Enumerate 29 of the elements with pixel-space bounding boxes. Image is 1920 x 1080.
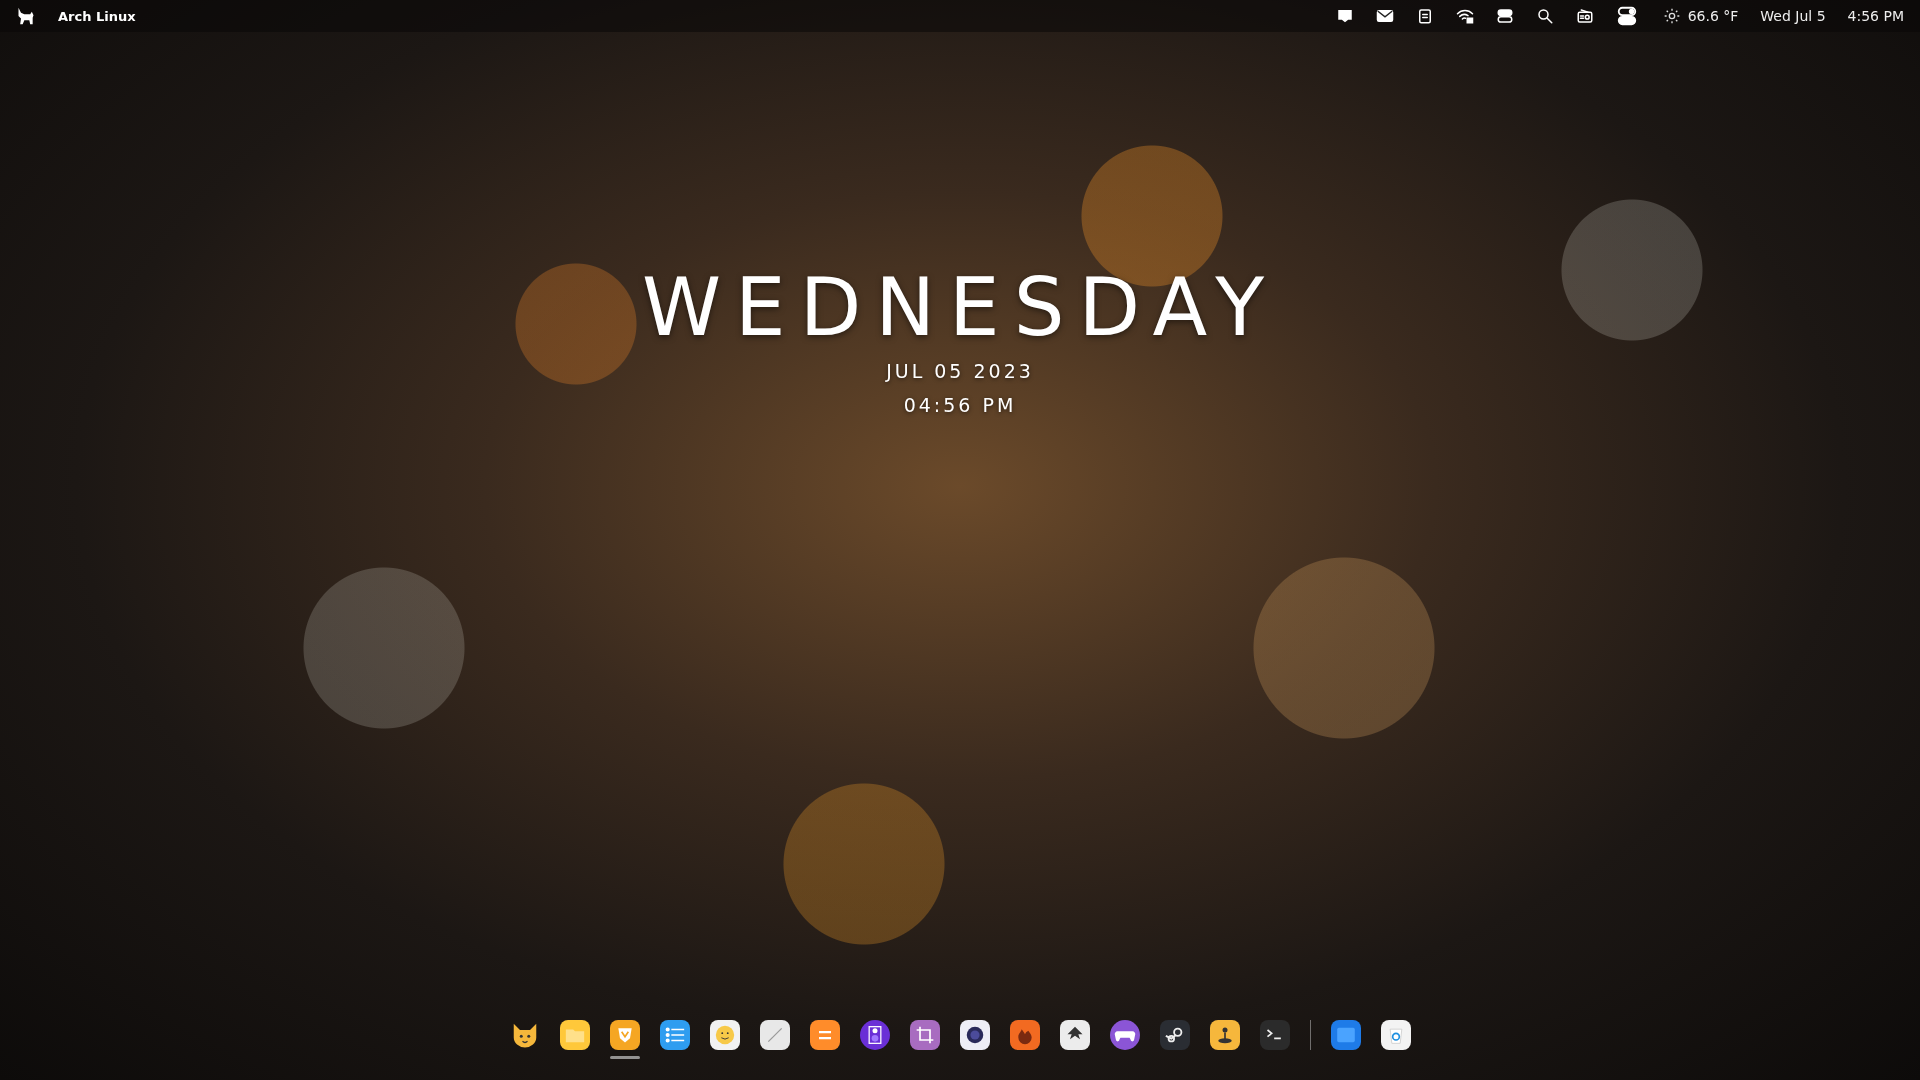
toggle-icon[interactable] — [1615, 5, 1638, 27]
temperature-label[interactable]: 66.6 °F — [1687, 8, 1739, 24]
recycle-bin-icon[interactable] — [1380, 1020, 1411, 1050]
search-icon[interactable] — [1535, 7, 1554, 25]
toggle-icon[interactable] — [1495, 7, 1514, 25]
crop-icon[interactable] — [909, 1020, 940, 1050]
camera-lens-icon[interactable] — [959, 1020, 990, 1050]
date-label[interactable]: Wed Jul 5 — [1760, 8, 1826, 24]
window-icon[interactable] — [1330, 1020, 1361, 1050]
list-icon[interactable] — [659, 1020, 690, 1050]
pencil-note-icon[interactable] — [759, 1020, 790, 1050]
time-label[interactable]: 4:56 PM — [1847, 8, 1904, 24]
flame-icon[interactable] — [1009, 1020, 1040, 1050]
terminal-icon[interactable] — [1259, 1020, 1290, 1050]
weekday-title: WEDNESDAY — [642, 268, 1278, 348]
distro-label[interactable]: Arch Linux — [58, 8, 136, 24]
equals-icon[interactable] — [809, 1020, 840, 1050]
time-text: 04:56 PM — [903, 394, 1017, 416]
speaker-icon[interactable] — [859, 1020, 890, 1050]
message-icon[interactable] — [1335, 7, 1354, 25]
folder-icon[interactable] — [559, 1020, 590, 1050]
joystick-icon[interactable] — [1209, 1020, 1240, 1050]
wifi-lock-icon[interactable] — [1455, 7, 1474, 25]
date-text: JUL 05 2023 — [886, 360, 1034, 382]
sun-icon — [1663, 8, 1680, 24]
radio-icon[interactable] — [1575, 7, 1594, 25]
smiley-icon[interactable] — [709, 1020, 740, 1050]
mail-icon[interactable] — [1375, 7, 1394, 25]
gamepad-icon[interactable] — [1109, 1020, 1140, 1050]
